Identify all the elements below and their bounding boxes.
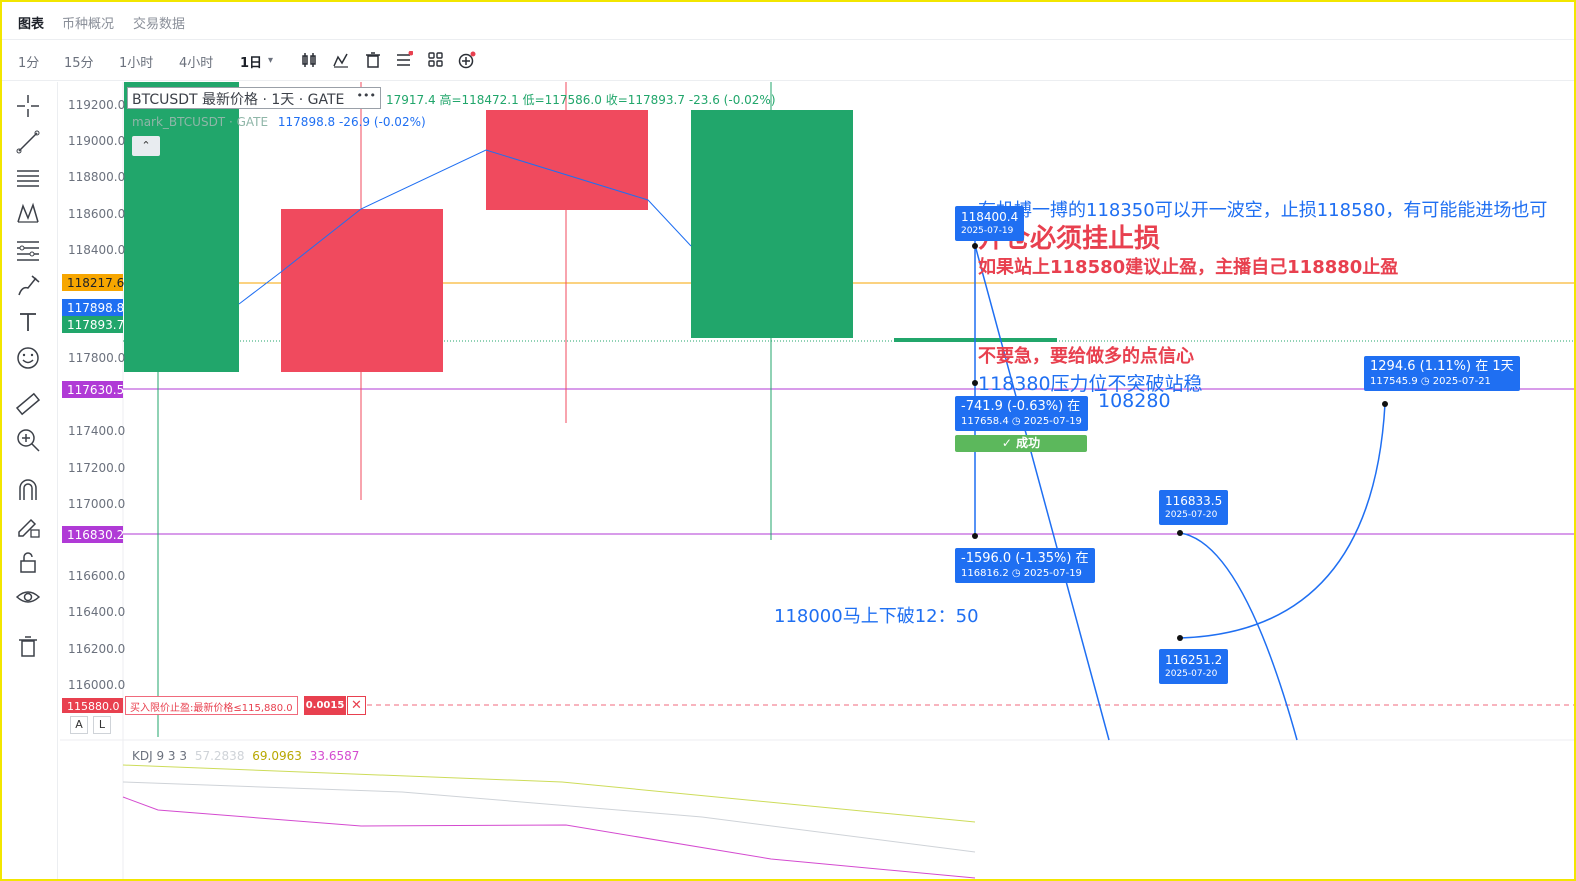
kdj-d-value: 69.0963 bbox=[252, 749, 302, 763]
mark-values: 117898.8 -26.9 (-0.02%) bbox=[277, 115, 426, 129]
trading-app: { "tabs": [ {"label": "图表", "active": tr… bbox=[0, 0, 1576, 881]
price-tick: 118800.0 bbox=[68, 170, 125, 184]
price-tag: 117898.8 bbox=[67, 301, 124, 315]
order-quantity[interactable]: 0.0015 bbox=[304, 696, 346, 715]
price-label-116833[interactable]: 116833.5 2025-07-20 bbox=[1159, 490, 1229, 525]
price-label-change-3[interactable]: 1294.6 (1.11%) 在 1天 117545.9 ◷ 2025-07-2… bbox=[1364, 356, 1520, 391]
anchor-point[interactable] bbox=[1177, 530, 1183, 536]
kdj-d-line bbox=[122, 764, 976, 823]
price-label-value: -741.9 (-0.63%) 在 bbox=[961, 399, 1081, 414]
price-tick: 118600.0 bbox=[68, 207, 125, 221]
price-tick: 117000.0 bbox=[68, 497, 125, 511]
price-tick: 117200.0 bbox=[68, 461, 125, 475]
success-badge: ✓ 成功 bbox=[955, 435, 1087, 452]
price-tag: 118217.6 bbox=[67, 276, 124, 290]
price-label-date: 2025-07-19 bbox=[961, 226, 1014, 236]
kdj-k-value: 57.2838 bbox=[194, 749, 245, 763]
kdj-label: KDJ 9 3 3 bbox=[132, 749, 187, 763]
price-tick: 116600.0 bbox=[68, 569, 125, 583]
log-scale-button[interactable]: L bbox=[93, 716, 111, 734]
price-label-value: -1596.0 (-1.35%) 在 bbox=[961, 551, 1089, 566]
more-icon[interactable]: ••• bbox=[357, 89, 376, 102]
price-tick: 117400.0 bbox=[68, 424, 125, 438]
symbol-title: BTCUSDT 最新价格 · 1天 · GATE bbox=[132, 92, 345, 108]
price-label-change-1[interactable]: -741.9 (-0.63%) 在 117658.4 ◷ 2025-07-19 bbox=[955, 396, 1088, 431]
note-take-profit[interactable]: 如果站上118580建议止盈，主播自己118880止盈 bbox=[978, 253, 1398, 279]
anchor-point[interactable] bbox=[1382, 401, 1388, 407]
anchor-point[interactable] bbox=[972, 533, 978, 539]
kdj-j-value: 33.6587 bbox=[309, 749, 360, 763]
price-tick: 116000.0 bbox=[68, 678, 125, 692]
candle-body-down bbox=[486, 110, 648, 210]
collapse-legend-button[interactable]: ⌃ bbox=[132, 136, 160, 156]
price-label-value: 1294.6 (1.11%) 在 1天 bbox=[1370, 359, 1514, 374]
price-label-date: 2025-07-20 bbox=[1165, 510, 1218, 520]
price-tick: 119200.0 bbox=[68, 98, 125, 112]
price-label-116251[interactable]: 116251.2 2025-07-20 bbox=[1159, 649, 1229, 684]
price-label-value: 116251.2 bbox=[1165, 653, 1223, 667]
price-tag: 117630.5 bbox=[67, 383, 124, 397]
price-tag: 116830.2 bbox=[67, 528, 124, 542]
price-tag: 117893.7 bbox=[67, 318, 124, 332]
candle-body-down bbox=[281, 209, 443, 372]
price-label-change-2[interactable]: -1596.0 (-1.35%) 在 116816.2 ◷ 2025-07-19 bbox=[955, 548, 1095, 583]
price-label-date: 2025-07-20 bbox=[1165, 669, 1218, 679]
ohlc-values: 17917.4 高=118472.1 低=117586.0 收=117893.7… bbox=[386, 93, 776, 107]
price-tick: 118400.0 bbox=[68, 243, 125, 257]
price-label-value: 118400.4 bbox=[961, 210, 1019, 224]
cancel-order-button[interactable]: ✕ bbox=[347, 696, 366, 715]
mark-price-legend: mark_BTCUSDT · GATE 117898.8 -26.9 (-0.0… bbox=[132, 115, 426, 129]
price-label-118400[interactable]: 118400.4 2025-07-19 bbox=[955, 206, 1025, 241]
symbol-legend[interactable]: BTCUSDT 最新价格 · 1天 · GATE ••• bbox=[127, 87, 381, 109]
note-patience[interactable]: 不要急，要给做多的点信心 bbox=[978, 342, 1194, 368]
price-label-date: 117658.4 ◷ 2025-07-19 bbox=[961, 416, 1082, 427]
price-tick: 116200.0 bbox=[68, 642, 125, 656]
kdj-legend[interactable]: KDJ 9 3 3 57.2838 69.0963 33.6587 bbox=[132, 749, 359, 763]
candle-body-up bbox=[691, 110, 853, 338]
price-label-value: 116833.5 bbox=[1165, 494, 1223, 508]
note-breakdown[interactable]: 118000马上下破12：50 bbox=[774, 602, 979, 628]
mark-label: mark_BTCUSDT · GATE bbox=[132, 115, 269, 129]
price-label-date: 117545.9 ◷ 2025-07-21 bbox=[1370, 376, 1491, 387]
price-tick: 116400.0 bbox=[68, 605, 125, 619]
price-tick: 117800.0 bbox=[68, 351, 125, 365]
price-tag: 115880.0 bbox=[67, 700, 120, 713]
note-target[interactable]: 108280 bbox=[1098, 390, 1171, 412]
anchor-point[interactable] bbox=[1177, 635, 1183, 641]
price-label-date: 116816.2 ◷ 2025-07-19 bbox=[961, 568, 1082, 579]
auto-scale-button[interactable]: A bbox=[70, 716, 88, 734]
price-tick: 119000.0 bbox=[68, 134, 125, 148]
order-label[interactable]: 买入限价止盈:最新价格≤115,880.0 bbox=[125, 696, 298, 715]
trend-line[interactable] bbox=[974, 244, 1110, 741]
